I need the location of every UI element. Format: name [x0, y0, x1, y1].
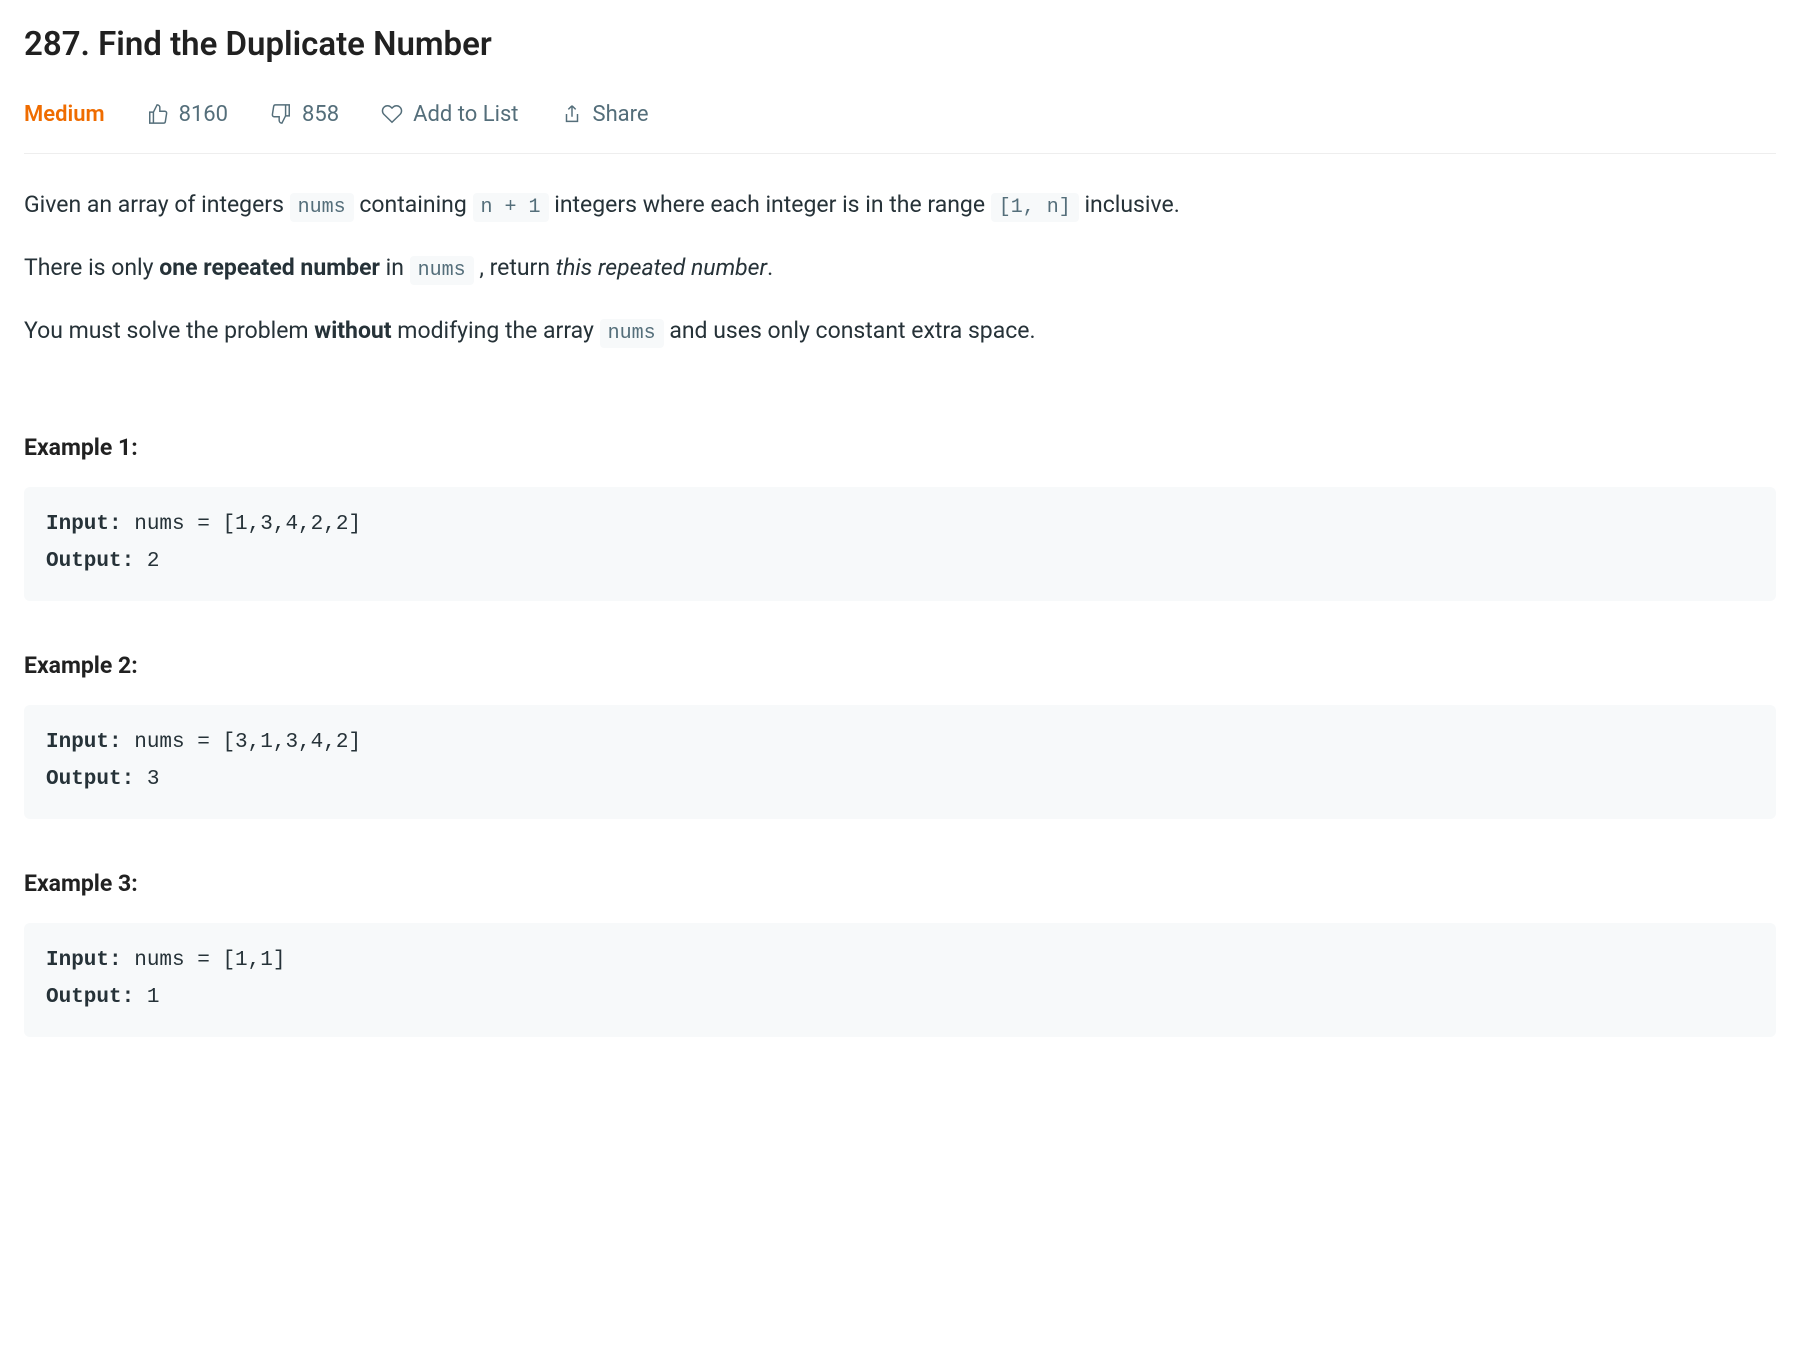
share-button[interactable]: Share	[561, 98, 649, 131]
add-to-list-label: Add to List	[413, 98, 518, 131]
problem-description: Given an array of integers nums containi…	[24, 188, 1776, 349]
dislike-button[interactable]: 858	[270, 98, 339, 131]
example-block: Input: nums = [3,1,3,4,2] Output: 3	[24, 705, 1776, 819]
code-nums: nums	[410, 256, 474, 285]
heart-icon	[381, 103, 403, 125]
meta-row: Medium 8160 858 Add to List Share	[24, 98, 1776, 154]
like-button[interactable]: 8160	[147, 98, 228, 131]
share-label: Share	[593, 98, 649, 131]
difficulty-badge: Medium	[24, 98, 105, 131]
description-para-2: There is only one repeated number in num…	[24, 251, 1776, 286]
dislike-count: 858	[302, 98, 339, 131]
example-block: Input: nums = [1,3,4,2,2] Output: 2	[24, 487, 1776, 601]
code-nums: nums	[290, 193, 354, 222]
code-range: [1, n]	[991, 193, 1079, 222]
problem-title: 287. Find the Duplicate Number	[24, 20, 1776, 70]
description-para-1: Given an array of integers nums containi…	[24, 188, 1776, 223]
example-heading: Example 3:	[24, 867, 1776, 902]
add-to-list-button[interactable]: Add to List	[381, 98, 518, 131]
description-para-3: You must solve the problem without modif…	[24, 314, 1776, 349]
example-heading: Example 2:	[24, 649, 1776, 684]
example-block: Input: nums = [1,1] Output: 1	[24, 923, 1776, 1037]
code-nplus1: n + 1	[473, 193, 549, 222]
thumbs-down-icon	[270, 103, 292, 125]
thumbs-up-icon	[147, 103, 169, 125]
example-heading: Example 1:	[24, 431, 1776, 466]
like-count: 8160	[179, 98, 228, 131]
share-icon	[561, 103, 583, 125]
code-nums: nums	[600, 319, 664, 348]
